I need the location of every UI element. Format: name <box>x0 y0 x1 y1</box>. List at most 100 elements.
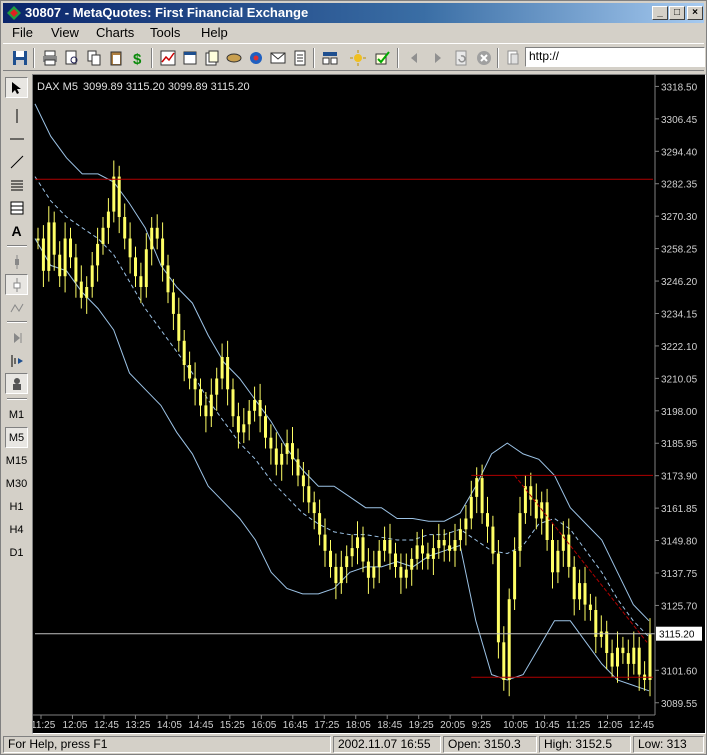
price-bar <box>421 545 424 554</box>
menu-tools[interactable]: Tools <box>150 25 180 40</box>
close-button[interactable]: × <box>687 6 703 20</box>
price-bar <box>632 647 636 664</box>
menu-charts[interactable]: Charts <box>96 25 134 40</box>
text-icon[interactable]: A <box>5 220 28 241</box>
price-bar <box>253 400 257 411</box>
price-tick-label: 3185.95 <box>661 439 698 450</box>
maximize-button[interactable]: □ <box>669 6 685 20</box>
new-window-icon[interactable] <box>179 47 200 68</box>
price-bar <box>334 566 338 584</box>
menu-view[interactable]: View <box>51 25 79 40</box>
price-bar <box>280 453 284 465</box>
price-tick-label: 3137.75 <box>661 569 698 580</box>
page-icon[interactable] <box>502 47 523 68</box>
sun-icon[interactable] <box>347 47 368 68</box>
check-icon[interactable] <box>371 47 392 68</box>
price-bars <box>36 160 652 697</box>
price-bar <box>74 257 78 282</box>
price-bar <box>415 545 419 559</box>
price-bar <box>312 502 316 514</box>
back-icon[interactable] <box>403 47 424 68</box>
price-bar <box>458 529 462 541</box>
dollar-icon[interactable]: $ <box>127 47 148 68</box>
expert-icon[interactable] <box>5 373 28 394</box>
address-input[interactable]: http:// <box>525 47 705 67</box>
price-bar <box>372 566 376 578</box>
price-bar <box>453 540 457 551</box>
price-bar <box>556 550 560 573</box>
timeframe-m30[interactable]: M30 <box>5 473 28 494</box>
print-icon[interactable] <box>39 47 60 68</box>
mail-icon[interactable] <box>245 47 266 68</box>
scroll-icon[interactable] <box>5 327 28 348</box>
price-bar <box>215 378 219 395</box>
price-bar <box>112 176 116 212</box>
price-bar <box>177 313 181 341</box>
price-bar <box>155 227 159 239</box>
menu-file[interactable]: File <box>12 25 33 40</box>
price-bar <box>323 534 327 551</box>
indicator-icon[interactable] <box>5 297 28 318</box>
period-icon[interactable] <box>5 274 28 295</box>
timeframe-h1[interactable]: H1 <box>5 496 28 517</box>
time-tick-label: 12:05 <box>598 720 623 731</box>
title-bar[interactable]: 30807 - MetaQuotes: First Financial Exch… <box>3 3 704 23</box>
timeframe-h4[interactable]: H4 <box>5 519 28 540</box>
price-bar <box>404 569 408 578</box>
level-lines <box>35 178 655 678</box>
price-bar <box>545 502 549 540</box>
grid-icon[interactable] <box>5 197 28 218</box>
price-bar <box>534 499 538 519</box>
timeframe-m15[interactable]: M15 <box>5 450 28 471</box>
price-bar <box>85 287 89 298</box>
split-icon[interactable] <box>5 350 28 371</box>
menu-help[interactable]: Help <box>201 25 228 40</box>
price-bar <box>204 405 208 417</box>
minimize-button[interactable]: _ <box>652 6 668 20</box>
price-bar <box>648 634 652 680</box>
bollinger-bands <box>34 103 650 692</box>
time-tick-label: 16:05 <box>251 720 276 731</box>
price-bar <box>117 176 121 217</box>
price-bar <box>69 238 72 258</box>
timeframe-m1[interactable]: M1 <box>5 404 28 425</box>
forward-icon[interactable] <box>427 47 448 68</box>
time-tick-label: 10:45 <box>535 720 560 731</box>
cursor-icon[interactable] <box>5 77 28 98</box>
chart-icon[interactable] <box>157 47 178 68</box>
horizontal-line-icon[interactable] <box>5 128 28 149</box>
price-bar <box>356 537 359 549</box>
timeframe-m5[interactable]: M5 <box>5 427 28 448</box>
chart-window[interactable]: DAX M5 3099.89 3115.20 3099.89 3115.20 3… <box>31 74 706 734</box>
stop-icon[interactable] <box>473 47 494 68</box>
copy-icon[interactable] <box>83 47 104 68</box>
time-tick-label: 12:45 <box>629 720 654 731</box>
clipboard-icon[interactable] <box>267 47 288 68</box>
reload-icon[interactable] <box>450 47 471 68</box>
refresh-icon[interactable] <box>223 47 244 68</box>
status-help: For Help, press F1 <box>3 736 331 753</box>
trend-icon[interactable] <box>5 251 28 272</box>
time-tick-label: 20:05 <box>440 720 465 731</box>
bar-chart-icon[interactable] <box>289 47 310 68</box>
paste-icon[interactable] <box>105 47 126 68</box>
save-icon[interactable] <box>9 47 30 68</box>
timeframe-d1[interactable]: D1 <box>5 542 28 563</box>
price-bar <box>318 513 322 535</box>
price-bar <box>469 496 473 519</box>
trendline-icon[interactable] <box>5 151 28 172</box>
price-bar <box>242 424 246 433</box>
vertical-line-icon[interactable] <box>5 105 28 126</box>
price-bar <box>605 631 609 653</box>
print-preview-icon[interactable] <box>61 47 82 68</box>
channel-icon[interactable] <box>5 174 28 195</box>
price-bar <box>551 540 554 573</box>
price-chart[interactable]: DAX M5 3099.89 3115.20 3099.89 3115.20 3… <box>31 75 705 733</box>
settings-icon[interactable] <box>319 47 340 68</box>
price-tick-label: 3089.55 <box>661 699 698 710</box>
open-icon[interactable] <box>201 47 222 68</box>
price-bar <box>431 548 435 559</box>
time-tick-label: 18:45 <box>377 720 402 731</box>
price-bar <box>361 537 365 562</box>
trend-line <box>514 475 648 643</box>
